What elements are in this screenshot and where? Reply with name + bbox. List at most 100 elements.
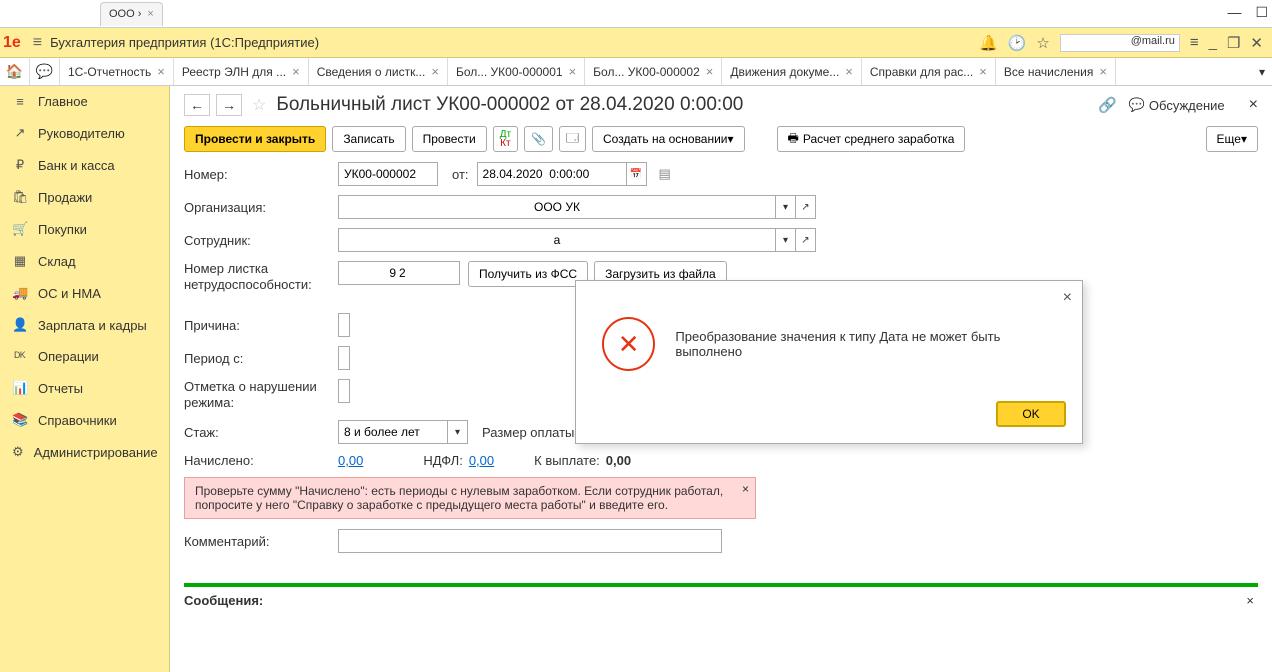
sidebar-item[interactable]: ≡Главное [0,86,169,117]
post-and-close-button[interactable]: Провести и закрыть [184,126,326,152]
more-button[interactable]: Еще ▾ [1206,126,1258,152]
open-icon[interactable]: ↗ [796,228,816,252]
dt-kt-button[interactable]: ДтКт [493,126,518,152]
tab-label: Справки для рас... [870,65,973,79]
nav-tab[interactable]: 1С-Отчетность× [60,58,174,85]
restore-window-icon[interactable]: ❐ [1227,34,1240,52]
calc-salary-button[interactable]: 🖶 Расчет среднего заработка [777,126,966,152]
violation-input[interactable] [338,379,350,403]
tab-label: Бол... УК00-000002 [593,65,700,79]
discuss-button[interactable]: 💬 Обсуждение [1129,97,1225,113]
nav-tab[interactable]: Бол... УК00-000002 × [585,58,722,85]
chat-icon[interactable]: 💬 [30,58,60,85]
home-icon[interactable]: 🏠 [0,58,30,85]
logo-1c: 1e [3,34,21,52]
sidebar-item[interactable]: 🚚ОС и НМА [0,277,169,309]
sidebar-label: Отчеты [38,381,83,396]
history-icon[interactable]: 🕑 [1008,34,1027,52]
org-input[interactable] [338,195,776,219]
number-input[interactable] [338,162,438,186]
nav-tab[interactable]: Сведения о листк...× [309,58,448,85]
sidebar-item[interactable]: ↗Руководителю [0,117,169,149]
period-input[interactable] [338,346,350,370]
nav-tab[interactable]: Справки для рас... × [862,58,996,85]
close-warning-icon[interactable]: × [742,482,749,496]
sidebar-item[interactable]: ▦Склад [0,245,169,277]
dropdown-icon[interactable]: ▾ [448,420,468,444]
post-button[interactable]: Провести [412,126,487,152]
link-icon[interactable]: 🔗 [1098,96,1117,114]
minimize-window-icon[interactable]: _ [1209,34,1217,51]
warning-text: Проверьте сумму "Начислено": есть период… [195,484,723,512]
doc-status-icon[interactable]: ▤ [659,166,671,182]
sidebar-item[interactable]: 📚Справочники [0,404,169,436]
payout-value: 0,00 [606,453,631,468]
close-tab-icon[interactable]: × [706,64,714,79]
accrued-label: Начислено: [184,453,338,468]
nav-tab[interactable]: Бол... УК00-000001× [448,58,585,85]
sidebar-label: Покупки [38,222,87,237]
close-tab-icon[interactable]: × [569,64,577,79]
nav-forward-button[interactable]: → [216,94,242,116]
close-window-icon[interactable]: ✕ [1250,34,1263,52]
close-messages-icon[interactable]: × [1246,593,1254,608]
close-dialog-icon[interactable]: × [1063,289,1072,307]
maximize-icon[interactable]: ☐ [1255,4,1268,21]
star-icon[interactable]: ☆ [1036,34,1049,52]
sidebar-item[interactable]: ⚙Администрирование [0,436,169,468]
sidebar: ≡Главное↗Руководителю₽Банк и касса🛍Прода… [0,86,170,672]
nav-tab[interactable]: Все начисления× [996,58,1116,85]
emp-input[interactable] [338,228,776,252]
nav-tab[interactable]: Движения докуме...× [722,58,862,85]
rate-label: Размер оплаты: [482,425,578,440]
dropdown-icon[interactable]: ▾ [776,228,796,252]
email-field[interactable]: @mail.ru [1060,34,1180,52]
open-icon[interactable]: ↗ [796,195,816,219]
bell-icon[interactable]: 🔔 [979,34,998,52]
browser-tab[interactable]: ООО › × [100,2,163,26]
stazh-input[interactable] [338,420,448,444]
sheet-no-input[interactable] [338,261,460,285]
sidebar-label: ОС и НМА [38,286,101,301]
ndfl-link[interactable]: 0,00 [469,453,494,468]
close-tab-icon[interactable]: × [157,64,165,79]
close-icon[interactable]: × [147,8,153,20]
violation-label: Отметка о нарушении режима: [184,379,338,411]
accrued-link[interactable]: 0,00 [338,453,363,468]
structure-icon[interactable]: 🗔 [559,126,586,152]
close-tab-icon[interactable]: × [431,64,439,79]
close-tab-icon[interactable]: × [979,64,987,79]
calendar-icon[interactable]: 📅 [627,162,647,186]
comment-input[interactable] [338,529,722,553]
sidebar-item[interactable]: ᴰᴷОперации [0,341,169,372]
dropdown-icon[interactable]: ▾ [776,195,796,219]
save-button[interactable]: Записать [332,126,405,152]
app-toolbar: 1e ≡ Бухгалтерия предприятия (1С:Предпри… [0,28,1272,58]
nav-tab[interactable]: Реестр ЭЛН для ...× [174,58,309,85]
date-input[interactable] [477,162,627,186]
payout-label: К выплате: [534,453,600,468]
main-menu-icon[interactable]: ≡ [33,34,42,52]
tabs-more-icon[interactable]: ▾ [1252,58,1272,85]
create-based-button[interactable]: Создать на основании ▾ [592,126,745,152]
close-tab-icon[interactable]: × [292,64,300,79]
browser-chrome: ООО › × — ☐ [0,0,1272,28]
favorite-star-icon[interactable]: ☆ [252,95,266,115]
sidebar-item[interactable]: ₽Банк и касса [0,149,169,181]
sidebar-item[interactable]: 🛍Продажи [0,181,169,213]
org-label: Организация: [184,200,338,215]
minimize-icon[interactable]: — [1227,4,1241,21]
sidebar-item[interactable]: 📊Отчеты [0,372,169,404]
attach-icon[interactable]: 📎 [524,126,553,152]
sidebar-item[interactable]: 👤Зарплата и кадры [0,309,169,341]
menu-icon[interactable]: ≡ [1190,34,1199,51]
reason-input[interactable] [338,313,350,337]
ok-button[interactable]: OK [996,401,1066,427]
nav-back-button[interactable]: ← [184,94,210,116]
sidebar-label: Продажи [38,190,92,205]
close-page-icon[interactable]: × [1249,96,1258,114]
sidebar-item[interactable]: 🛒Покупки [0,213,169,245]
get-fss-button[interactable]: Получить из ФСС [468,261,588,287]
close-tab-icon[interactable]: × [1099,64,1107,79]
close-tab-icon[interactable]: × [845,64,853,79]
